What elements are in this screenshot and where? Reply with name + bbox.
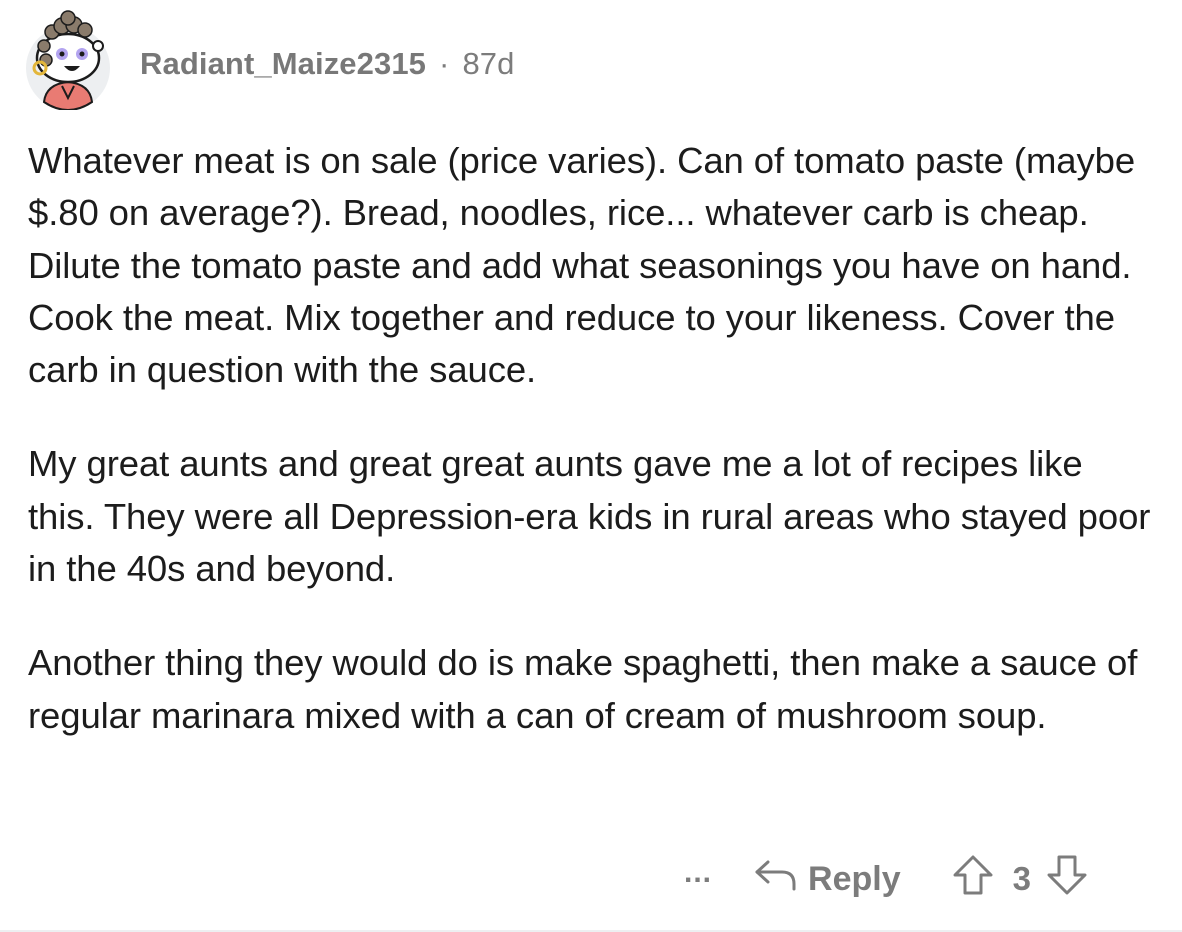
meta-separator: ·	[439, 46, 450, 81]
username-link[interactable]: Radiant_Maize2315	[140, 46, 426, 82]
reply-arrow-icon	[754, 858, 808, 901]
vote-count: 3	[1012, 860, 1031, 897]
downvote-arrow-icon[interactable]	[1045, 853, 1089, 906]
comment: Radiant_Maize2315 · 87d Whatever meat is…	[0, 0, 1182, 932]
comment-paragraph: My great aunts and great great aunts gav…	[28, 443, 1151, 590]
comment-header: Radiant_Maize2315 · 87d	[22, 6, 514, 110]
comment-actions: ... Reply 3	[684, 852, 1089, 906]
snoo-avatar-icon[interactable]	[22, 6, 114, 110]
upvote-arrow-icon[interactable]	[951, 853, 995, 906]
comment-meta: Radiant_Maize2315 · 87d	[140, 46, 514, 82]
comment-paragraph: Whatever meat is on sale (price varies).…	[28, 140, 1136, 391]
vote-controls: 3	[951, 853, 1089, 906]
reply-button[interactable]: Reply	[754, 858, 901, 901]
comment-body: Whatever meat is on sale (price varies).…	[28, 135, 1158, 742]
reply-label: Reply	[808, 859, 901, 898]
more-options-icon[interactable]: ...	[684, 856, 712, 890]
comment-age: 87d	[462, 46, 515, 81]
comment-paragraph: Another thing they would do is make spag…	[28, 642, 1138, 736]
